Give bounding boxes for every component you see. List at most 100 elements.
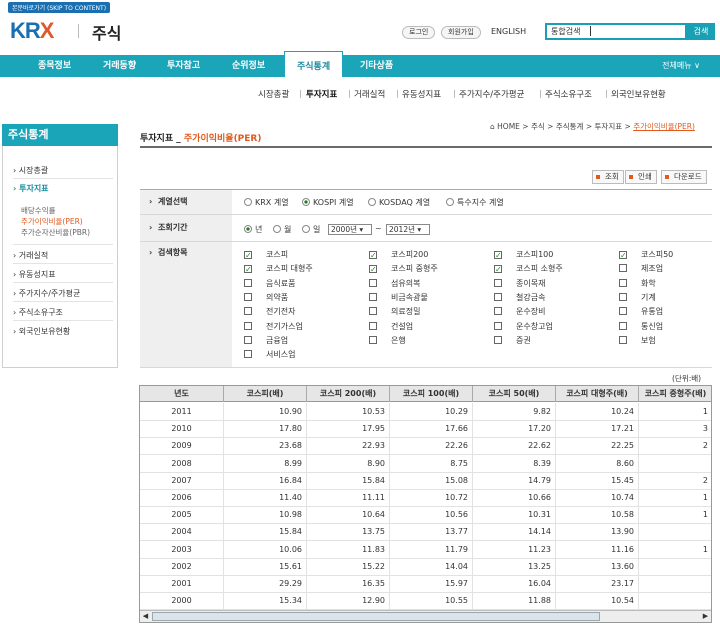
nav-item-statistics[interactable]: 주식통계: [284, 51, 344, 77]
checkbox-item[interactable]: 기계: [619, 292, 656, 303]
sidebar-sub-dividend[interactable]: 배당수익률: [21, 205, 56, 216]
krx-logo[interactable]: KRX: [10, 18, 54, 44]
join-button[interactable]: 회원가입: [441, 26, 481, 39]
checkbox-item[interactable]: 화학: [619, 278, 656, 289]
nav-item-other[interactable]: 기타상품: [360, 55, 393, 77]
value-cell: 15.84: [224, 523, 307, 542]
sub-nav: 시장총괄 투자지표 거래실적 유동성지표 주가지수/주가평균 주식소유구조 외국…: [0, 88, 720, 100]
query-icon: [596, 175, 600, 179]
radio-krx[interactable]: KRX 계열: [244, 197, 289, 208]
english-link[interactable]: ENGLISH: [491, 27, 526, 36]
radio-month[interactable]: 월: [273, 224, 291, 235]
checkbox-item[interactable]: 섬유의복: [369, 278, 420, 289]
checkbox-item[interactable]: 통신업: [619, 321, 663, 332]
nav-item-ranking[interactable]: 순위정보: [232, 55, 265, 77]
checkbox-item[interactable]: 음식료품: [244, 278, 295, 289]
checkbox-item[interactable]: 운수창고업: [494, 321, 553, 332]
breadcrumb-stock[interactable]: 주식: [531, 122, 545, 131]
checkbox-item[interactable]: 건설업: [369, 321, 413, 332]
checkbox-item[interactable]: 은행: [369, 335, 406, 346]
radio-day[interactable]: 일: [302, 224, 320, 235]
value-cell: 1: [639, 403, 711, 421]
checkbox-item[interactable]: ✓ 코스피50: [619, 249, 673, 260]
checkbox-item[interactable]: 제조업: [619, 263, 663, 274]
checkbox-item[interactable]: 유통업: [619, 306, 663, 317]
checkbox-item[interactable]: 금융업: [244, 335, 288, 346]
value-cell: 10.29: [390, 403, 473, 421]
skip-to-content-link[interactable]: 본문바로가기 (SKIP TO CONTENT): [8, 2, 111, 13]
value-cell: 29.29: [224, 575, 307, 593]
sidebar-item-market[interactable]: › 시장총괄: [13, 165, 48, 176]
radio-label: 특수지수 계열: [457, 198, 504, 207]
checkbox-item[interactable]: 전기가스업: [244, 321, 303, 332]
sidebar-item-invest[interactable]: › 투자지표: [13, 183, 49, 194]
subnav-market[interactable]: 시장총괄: [258, 88, 289, 100]
breadcrumb-invest[interactable]: 투자지표: [595, 122, 623, 131]
subnav-foreign[interactable]: 외국인보유현황: [611, 88, 666, 100]
breadcrumb-statistics[interactable]: 주식통계: [556, 122, 584, 131]
checkbox-item[interactable]: ✓ 코스피 소형주: [494, 263, 563, 274]
search-button[interactable]: 검색: [687, 23, 715, 40]
all-menu-button[interactable]: 전체메뉴 ∨: [662, 55, 700, 77]
value-cell: 1: [639, 541, 711, 559]
checkbox-item[interactable]: 보험: [619, 335, 656, 346]
checkbox-item[interactable]: 운수장비: [494, 306, 545, 317]
nav-item-stock-info[interactable]: 종목정보: [38, 55, 71, 77]
checkbox-item[interactable]: ✓ 코스피 대형주: [244, 263, 313, 274]
download-button[interactable]: 다운로드: [661, 170, 707, 184]
scroll-left-icon[interactable]: ◀: [140, 611, 151, 622]
value-cell: 15.08: [390, 471, 473, 490]
sidebar-sub-per[interactable]: 주가이익비율(PER): [21, 216, 83, 227]
radio-kosdaq[interactable]: KOSDAQ 계열: [368, 197, 430, 208]
radio-year[interactable]: 년: [244, 224, 262, 235]
subnav-liquidity[interactable]: 유동성지표: [402, 88, 441, 100]
table-row: 2001 29.29 16.35 15.97 16.04 23.17: [140, 575, 711, 593]
scroll-right-icon[interactable]: ▶: [700, 611, 711, 622]
value-cell: 10.53: [307, 403, 390, 421]
breadcrumb-home[interactable]: HOME: [497, 122, 520, 131]
checkbox-item[interactable]: 전기전자: [244, 306, 295, 317]
sidebar-item-foreign[interactable]: › 외국인보유현황: [13, 326, 70, 337]
radio-special[interactable]: 특수지수 계열: [446, 197, 504, 208]
scrollbar-thumb[interactable]: [152, 612, 600, 621]
checkbox-item[interactable]: 비금속광물: [369, 292, 428, 303]
nav-item-trading[interactable]: 거래동향: [103, 55, 136, 77]
checkbox-item[interactable]: 증권: [494, 335, 531, 346]
checkbox-item[interactable]: ✓ 코스피200: [369, 249, 428, 260]
value-cell: 2: [639, 437, 711, 455]
search-input[interactable]: 통합검색: [545, 23, 687, 40]
column-header: 년도: [140, 386, 224, 402]
value-cell: 8.75: [390, 454, 473, 473]
table-row: 2006 11.40 11.11 10.72 10.66 10.74 1: [140, 489, 711, 507]
value-cell: 10.74: [556, 489, 639, 507]
nav-item-reference[interactable]: 투자참고: [167, 55, 200, 77]
sidebar-item-index[interactable]: › 주가지수/주가평균: [13, 288, 80, 299]
value-cell: 23.17: [556, 575, 639, 593]
horizontal-scrollbar[interactable]: ◀ ▶: [140, 610, 711, 622]
checkbox-item[interactable]: ✓ 코스피: [244, 249, 288, 260]
value-cell: 17.21: [556, 420, 639, 439]
checkbox-item[interactable]: 철강금속: [494, 292, 545, 303]
query-button[interactable]: 조회: [592, 170, 624, 184]
subnav-index[interactable]: 주가지수/주가평균: [459, 88, 524, 100]
checkbox-item[interactable]: 의료정밀: [369, 306, 420, 317]
checkbox-item[interactable]: 의약품: [244, 292, 288, 303]
subnav-trade[interactable]: 거래실적: [354, 88, 385, 100]
checkbox-item[interactable]: 종이목재: [494, 278, 545, 289]
year-to-select[interactable]: 2012년 ▾: [386, 224, 430, 235]
print-button[interactable]: 인쇄: [625, 170, 657, 184]
sidebar-item-trade[interactable]: › 거래실적: [13, 250, 48, 261]
sidebar-item-liquidity[interactable]: › 유동성지표: [13, 269, 56, 280]
checkbox-item[interactable]: 서비스업: [244, 349, 295, 360]
checkbox-item[interactable]: ✓ 코스피 중형주: [369, 263, 438, 274]
checkbox-item[interactable]: ✓ 코스피100: [494, 249, 553, 260]
sidebar-divider: [13, 244, 113, 245]
sidebar-item-ownership[interactable]: › 주식소유구조: [13, 307, 63, 318]
sidebar-sub-pbr[interactable]: 주가순자산비율(PBR): [21, 227, 90, 238]
year-from-select[interactable]: 2000년 ▾: [328, 224, 372, 235]
login-button[interactable]: 로그인: [402, 26, 436, 39]
radio-circle: [244, 198, 252, 206]
radio-kospi[interactable]: KOSPI 계열: [302, 197, 354, 208]
subnav-invest[interactable]: 투자지표: [306, 88, 337, 100]
subnav-ownership[interactable]: 주식소유구조: [545, 88, 592, 100]
